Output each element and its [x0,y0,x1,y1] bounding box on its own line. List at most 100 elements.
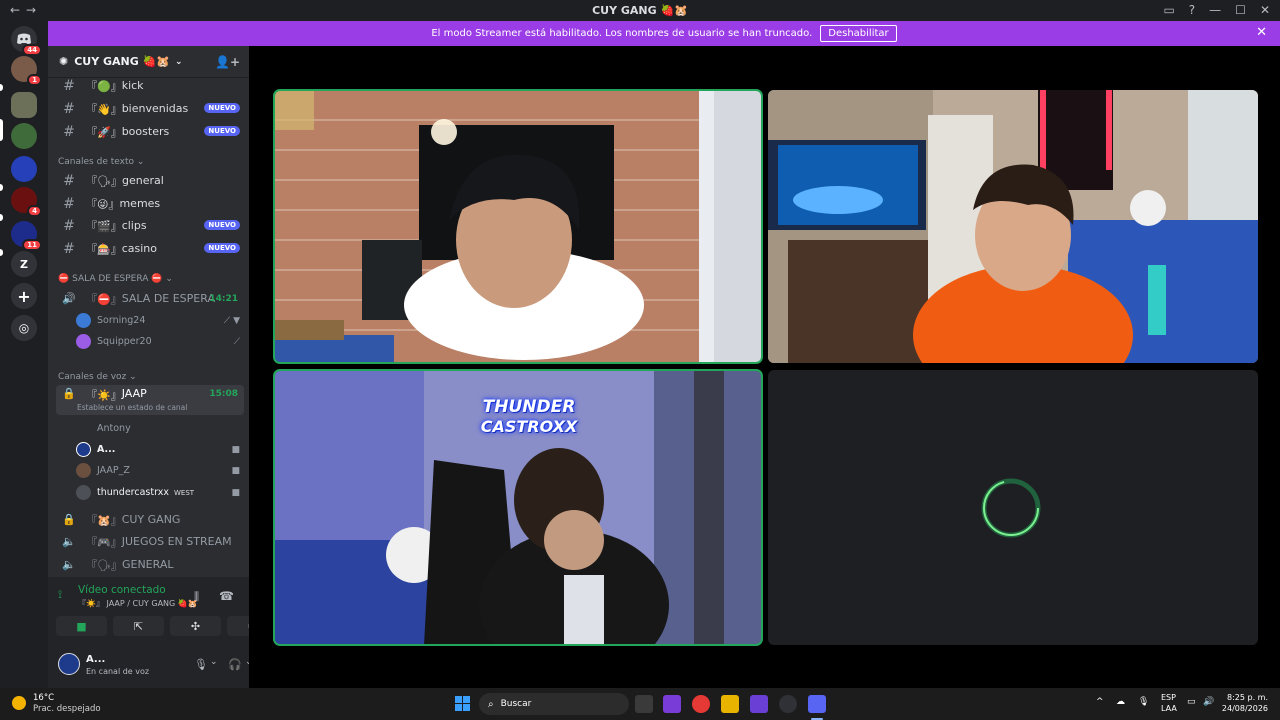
language-secondary[interactable]: LAA [1161,704,1177,713]
channel-bienvenidas[interactable]: # 『👋』 bienvenidas NUEVO [56,98,244,119]
channel-name: general [121,174,164,187]
clan-tag: WEST [173,488,195,497]
video-tile-1[interactable] [273,89,763,364]
instagram-icon[interactable] [750,695,768,713]
help-icon[interactable]: ? [1189,3,1195,17]
screen-share-button[interactable]: ⇱ [113,616,164,636]
server-icon-z[interactable]: Z [11,251,37,277]
channel-boosters[interactable]: # 『🚀』 boosters NUEVO [56,121,244,142]
file-explorer-icon[interactable] [721,695,739,713]
video-tile-4[interactable] [768,370,1258,645]
voice-user[interactable]: thundercastrxx WEST ■ [76,483,244,502]
noise-suppression-icon[interactable]: ⫼ [194,590,199,604]
tray-chevron-icon[interactable]: ^ [1096,697,1104,707]
voice-user[interactable]: JAAP_Z ■ [76,461,244,480]
server-icon[interactable]: 4 [11,187,42,217]
channel-clips[interactable]: # 『🎬』 clips NUEVO [56,215,244,236]
activities-button[interactable]: ✣ [170,616,221,636]
channel-general-voice[interactable]: 🔈 『🗣』 GENERAL [56,554,244,575]
channel-casino[interactable]: # 『🎰』 casino NUEVO [56,238,244,259]
discover-icon[interactable]: ◎ [11,315,37,341]
windows-taskbar: 16°C Prac. despejado ⌕ Buscar ^ ☁ 🎙 ESP … [0,688,1280,720]
close-button[interactable]: ✕ [1260,3,1270,17]
channel-memes[interactable]: # 『😜』 memes [56,193,244,214]
voice-user[interactable]: Squipper20 ⟋ [76,332,244,351]
m365-icon[interactable] [663,695,681,713]
weather-icon[interactable] [12,696,26,710]
network-icon[interactable]: ▭ [1187,697,1196,707]
banner-close-icon[interactable]: ✕ [1256,25,1267,40]
maximize-button[interactable]: ☐ [1235,3,1246,17]
channel-sala-de-espera[interactable]: 🔊 『⛔』 SALA DE ESPERA 14:21 [56,288,244,309]
discord-taskbar-icon[interactable] [808,695,826,713]
server-icon[interactable]: 11 [11,221,42,251]
weather-desc[interactable]: Prac. despejado [33,704,101,714]
disconnect-icon[interactable]: ☎ [219,589,234,603]
headphones-icon[interactable]: 🎧 [228,658,242,671]
muted-icon: ⟋ ▼ [223,315,240,326]
clock-date[interactable]: 24/08/2026 [1222,704,1268,713]
disable-streamer-button[interactable]: Deshabilitar [820,25,897,42]
user-name[interactable]: A... [86,654,105,665]
category-voice-channels[interactable]: Canales de voz ⌄ [58,372,137,382]
category-waiting-room[interactable]: ⛔ SALA DE ESPERA ⛔ ⌄ [58,274,173,284]
channel-jaap[interactable]: 🔒 『☀️』 JAAP 15:08 Establece un estado de… [56,385,244,415]
channel-kick[interactable]: # 『🟢』 kick [56,75,244,96]
task-view-icon[interactable] [635,695,653,713]
add-server-icon[interactable]: + [11,283,37,309]
home-button[interactable]: 44 [11,26,42,56]
voice-user[interactable]: Sorning24 ⟋ ▼ [76,311,244,330]
weather-temp[interactable]: 16°C [33,693,54,703]
lock-icon: 🔒 [62,387,76,400]
server-icon[interactable]: 1 [11,56,42,86]
category-text-channels[interactable]: Canales de texto ⌄ [58,157,144,167]
channel-name: memes [119,197,161,210]
channel-status[interactable]: Establece un estado de canal [77,403,187,412]
inbox-icon[interactable]: ▭ [1163,3,1174,17]
voice-user[interactable]: A... ■ [76,440,244,459]
camera-button[interactable]: ■ [56,616,107,636]
title-bar: ←→ CUY GANG 🍓🐹 ▭ ? — ☐ ✕ [0,0,1280,21]
server-icon[interactable] [11,123,37,149]
video-tile-2[interactable] [768,90,1258,363]
connection-status[interactable]: Vídeo conectado [78,584,198,596]
voice-user[interactable]: Antony [76,419,244,438]
onedrive-icon[interactable]: ☁ [1116,697,1125,707]
server-list: 44 1 4 11 Z + ◎ [0,21,48,688]
video-tile-3[interactable]: THUNDER CASTROXX [273,369,763,646]
unread-badge: 1 [27,74,42,86]
microphone-icon[interactable]: 🎙 [194,658,208,671]
invite-icon[interactable]: 👤+ [215,55,240,69]
avatar [76,334,91,349]
minimize-button[interactable]: — [1209,3,1221,17]
channel-general[interactable]: # 『🗣』 general [56,170,244,191]
connection-location[interactable]: 『☀️』 JAAP / CUY GANG 🍓🐹 [78,598,198,609]
channel-name: kick [121,79,144,92]
start-icon[interactable] [455,696,470,711]
server-icon[interactable] [11,156,37,182]
search-box[interactable]: ⌕ Buscar [479,693,629,715]
channel-cuy-gang[interactable]: 🔒 『🐹』 CUY GANG [56,509,244,530]
unread-pill [0,184,3,191]
chevron-down-icon[interactable]: ⌄ [210,657,218,667]
avatar[interactable] [58,653,80,675]
mic-tray-icon[interactable]: 🎙 [1138,697,1149,707]
clock-time[interactable]: 8:25 p. m. [1227,693,1268,702]
user-name: thundercastrxx [97,487,169,498]
volume-icon[interactable]: 🔊 [1203,697,1214,707]
server-icon-cuy-gang[interactable] [11,92,37,118]
guild-header[interactable]: ✺ CUY GANG 🍓🐹 ⌄ 👤+ [48,46,249,78]
channel-prefix: 『🐹』 [86,513,122,527]
hash-icon: # [63,195,75,212]
chrome-icon[interactable] [692,695,710,713]
camera-icon: ■ [231,444,240,455]
unread-pill [0,249,3,256]
new-badge: NUEVO [204,243,240,253]
video-feed [768,90,1258,363]
unread-pill [0,214,3,221]
steam-icon[interactable] [779,695,797,713]
channel-prefix: 『🟢』 [86,79,122,93]
new-badge: NUEVO [204,103,240,113]
channel-juegos-en-stream[interactable]: 🔈 『🎮』 JUEGOS EN STREAM [56,531,244,552]
language-primary[interactable]: ESP [1161,693,1176,702]
